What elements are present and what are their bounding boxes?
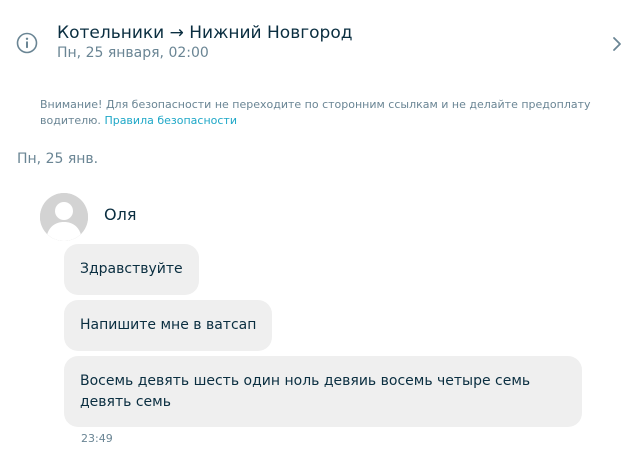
avatar[interactable] bbox=[40, 193, 88, 241]
user-placeholder-icon bbox=[40, 193, 88, 241]
message-bubble[interactable]: Напишите мне в ватсап bbox=[64, 300, 273, 351]
day-separator: Пн, 25 янв. bbox=[17, 151, 99, 167]
message-bubble[interactable]: Здравствуйте bbox=[64, 244, 199, 295]
chevron-right-icon[interactable] bbox=[610, 35, 624, 53]
message-bubble[interactable]: Восемь девять шесть один ноль девяиь вос… bbox=[64, 356, 582, 427]
message-text: Напишите мне в ватсап bbox=[80, 317, 257, 333]
message-timestamp: 23:49 bbox=[81, 432, 113, 445]
trip-header[interactable]: Котельники → Нижний Новгород Пн, 25 янва… bbox=[0, 0, 640, 86]
trip-datetime: Пн, 25 января, 02:00 bbox=[57, 45, 209, 61]
message-text: Восемь девять шесть один ноль девяиь вос… bbox=[80, 373, 531, 410]
info-icon bbox=[16, 32, 38, 54]
safety-rules-link[interactable]: Правила безопасности bbox=[104, 114, 237, 127]
message-text: Здравствуйте bbox=[80, 261, 183, 277]
sender-name: Оля bbox=[104, 205, 137, 224]
safety-warning: Внимание! Для безопасности не переходите… bbox=[40, 97, 600, 129]
trip-route: Котельники → Нижний Новгород bbox=[57, 23, 353, 43]
